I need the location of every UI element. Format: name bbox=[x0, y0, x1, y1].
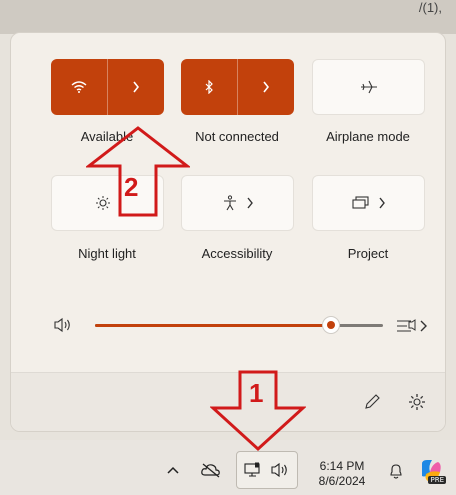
accessibility-tile[interactable] bbox=[181, 175, 294, 231]
cloud-offline-icon[interactable] bbox=[200, 462, 222, 478]
project-icon bbox=[351, 196, 369, 209]
airplane-icon bbox=[360, 80, 377, 94]
annotation-number-2: 2 bbox=[124, 172, 139, 202]
tile-label-airplane: Airplane mode bbox=[326, 129, 410, 144]
accessibility-icon bbox=[223, 195, 236, 211]
wifi-tile[interactable] bbox=[51, 59, 164, 115]
chevron-up-icon[interactable] bbox=[166, 465, 180, 475]
wifi-icon bbox=[71, 81, 87, 93]
notification-bell-icon[interactable] bbox=[388, 462, 404, 480]
copilot-app-icon[interactable]: PRE bbox=[418, 458, 446, 484]
network-icon bbox=[244, 462, 260, 477]
bluetooth-toggle[interactable] bbox=[181, 59, 238, 115]
clock-time: 6:14 PM bbox=[319, 459, 365, 473]
bluetooth-icon bbox=[205, 80, 213, 94]
bluetooth-tile[interactable] bbox=[181, 59, 294, 115]
project-tile[interactable] bbox=[312, 175, 425, 231]
tile-label-night-light: Night light bbox=[78, 246, 136, 261]
speaker-icon[interactable] bbox=[53, 317, 73, 333]
edit-pencil-icon[interactable] bbox=[363, 393, 381, 411]
chevron-right-icon bbox=[246, 197, 253, 209]
audio-output-icon[interactable] bbox=[395, 317, 429, 335]
clock-date: 8/6/2024 bbox=[318, 474, 366, 488]
settings-gear-icon[interactable] bbox=[407, 392, 427, 412]
chevron-right-icon bbox=[263, 81, 270, 93]
network-volume-group[interactable] bbox=[236, 451, 298, 489]
bluetooth-expand[interactable] bbox=[238, 59, 294, 115]
background-text: /(1), bbox=[418, 0, 442, 15]
tile-label-project: Project bbox=[347, 246, 389, 261]
wifi-toggle[interactable] bbox=[51, 59, 108, 115]
volume-thumb[interactable] bbox=[322, 316, 340, 334]
tile-label-accessibility: Accessibility bbox=[201, 246, 273, 261]
clock[interactable]: 6:14 PM 8/6/2024 bbox=[312, 459, 372, 489]
volume-fill bbox=[95, 324, 331, 327]
chevron-right-icon bbox=[133, 81, 140, 93]
chevron-right-icon bbox=[378, 197, 385, 209]
volume-icon bbox=[271, 463, 287, 477]
airplane-tile[interactable] bbox=[312, 59, 425, 115]
background-window-strip: /(1), bbox=[0, 0, 456, 34]
wifi-expand[interactable] bbox=[108, 59, 164, 115]
annotation-number-1: 1 bbox=[249, 378, 264, 408]
